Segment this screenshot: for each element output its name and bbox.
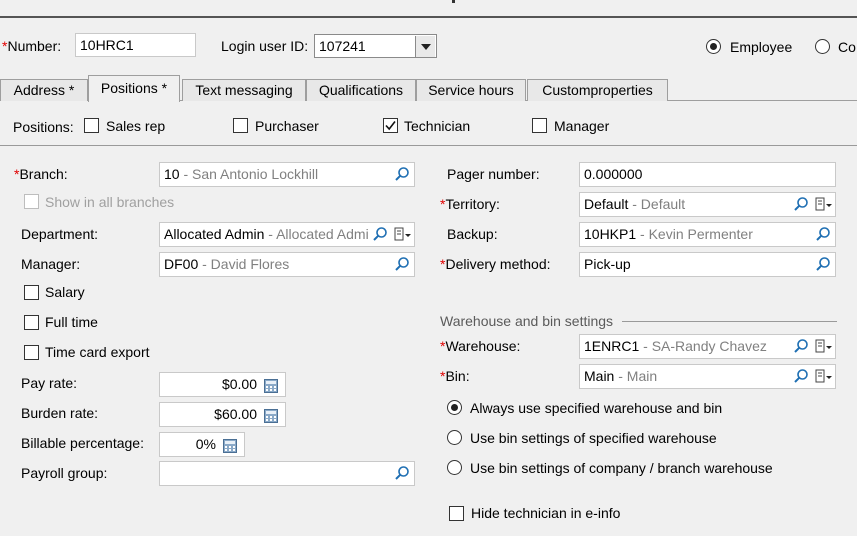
magnifier-icon[interactable] <box>813 255 833 274</box>
backup-label: Backup: <box>447 226 498 242</box>
hide-technician-label: Hide technician in e-info <box>471 505 621 521</box>
document-dropdown-icon[interactable] <box>813 195 833 214</box>
magnifier-icon[interactable] <box>791 337 811 356</box>
time-card-export-checkbox[interactable] <box>24 345 39 360</box>
pager-number-input[interactable]: 0.000000 <box>579 162 836 187</box>
tab-text-messaging[interactable]: Text messaging <box>182 79 306 101</box>
magnifier-icon[interactable] <box>813 225 833 244</box>
login-user-combo[interactable]: 107241 <box>314 34 437 58</box>
warehouse-section-line <box>622 321 837 322</box>
bin-field[interactable]: Main - Main <box>579 364 836 389</box>
technician-label: Technician <box>404 118 471 134</box>
territory-label: *Territory: <box>440 196 500 212</box>
purchaser-checkbox[interactable] <box>233 118 248 133</box>
magnifier-icon[interactable] <box>392 255 412 274</box>
billable-percentage-label: Billable percentage: <box>21 435 144 451</box>
tab-positions[interactable]: Positions * <box>88 75 180 102</box>
number-label: *Number: <box>2 38 62 54</box>
sales-rep-checkbox[interactable] <box>84 118 99 133</box>
tab-address[interactable]: Address * <box>0 79 88 101</box>
department-label: Department: <box>21 226 99 242</box>
warehouse-label: *Warehouse: <box>440 338 521 354</box>
contractor-label: Co <box>838 39 856 55</box>
full-time-checkbox[interactable] <box>24 315 39 330</box>
title-underline <box>0 16 857 18</box>
use-company-warehouse-radio[interactable] <box>447 460 462 475</box>
document-dropdown-icon[interactable] <box>813 337 833 356</box>
backup-field[interactable]: 10HKP1 - Kevin Permenter <box>579 222 836 247</box>
tab-customproperties[interactable]: Customproperties <box>527 79 668 101</box>
login-user-label: Login user ID: <box>221 38 309 54</box>
hide-technician-checkbox[interactable] <box>449 506 464 521</box>
payroll-group-field[interactable] <box>159 461 415 486</box>
warehouse-field[interactable]: 1ENRC1 - SA-Randy Chavez <box>579 334 836 359</box>
title-fragment <box>452 0 455 3</box>
payroll-group-label: Payroll group: <box>21 465 108 481</box>
always-use-specified-label: Always use specified warehouse and bin <box>470 400 723 416</box>
manager-position-label: Manager <box>554 118 610 134</box>
purchaser-label: Purchaser <box>255 118 319 134</box>
branch-label: *Branch: <box>14 166 68 182</box>
calculator-icon[interactable] <box>264 407 278 423</box>
department-field[interactable]: Allocated Admin - Allocated Admi <box>159 222 415 247</box>
branch-field[interactable]: 10 - San Antonio Lockhill <box>159 162 415 187</box>
territory-field[interactable]: Default - Default <box>579 192 836 217</box>
magnifier-icon[interactable] <box>370 225 390 244</box>
billable-percentage-input[interactable]: 0% <box>159 432 245 457</box>
tab-qualifications[interactable]: Qualifications <box>306 79 416 101</box>
bin-label: *Bin: <box>440 368 470 384</box>
document-dropdown-icon[interactable] <box>813 367 833 386</box>
checkmark-icon <box>385 121 396 131</box>
magnifier-icon[interactable] <box>791 195 811 214</box>
salary-label: Salary <box>45 284 85 300</box>
pager-number-label: Pager number: <box>447 166 540 182</box>
positions-label: Positions: <box>13 119 74 135</box>
tab-service-hours[interactable]: Service hours <box>416 79 526 101</box>
magnifier-icon[interactable] <box>392 464 412 483</box>
use-specified-warehouse-label: Use bin settings of specified warehouse <box>470 430 717 446</box>
calculator-icon[interactable] <box>264 377 278 393</box>
pay-rate-label: Pay rate: <box>21 375 78 391</box>
calculator-icon[interactable] <box>223 437 237 453</box>
use-company-warehouse-label: Use bin settings of company / branch war… <box>470 460 773 476</box>
chevron-down-icon[interactable] <box>415 36 435 57</box>
salary-checkbox[interactable] <box>24 285 39 300</box>
manager-label: Manager: <box>21 256 81 272</box>
burden-rate-input[interactable]: $60.00 <box>159 402 286 427</box>
manager-checkbox[interactable] <box>532 118 547 133</box>
document-dropdown-icon[interactable] <box>392 225 412 244</box>
show-all-branches-checkbox[interactable] <box>24 194 39 209</box>
burden-rate-label: Burden rate: <box>21 405 99 421</box>
sales-rep-label: Sales rep <box>106 118 166 134</box>
delivery-method-label: *Delivery method: <box>440 256 551 272</box>
employee-label: Employee <box>730 39 793 55</box>
use-specified-warehouse-radio[interactable] <box>447 430 462 445</box>
contractor-radio[interactable] <box>815 39 830 54</box>
full-time-label: Full time <box>45 314 98 330</box>
employee-radio[interactable] <box>706 39 721 54</box>
time-card-export-label: Time card export <box>45 344 150 360</box>
manager-field[interactable]: DF00 - David Flores <box>159 252 415 277</box>
magnifier-icon[interactable] <box>392 165 412 184</box>
magnifier-icon[interactable] <box>791 367 811 386</box>
always-use-specified-radio[interactable] <box>447 400 462 415</box>
warehouse-section-title: Warehouse and bin settings <box>440 313 614 329</box>
delivery-method-field[interactable]: Pick-up <box>579 252 836 277</box>
positions-separator <box>0 145 857 146</box>
show-all-branches-label: Show in all branches <box>45 194 175 210</box>
number-input[interactable]: 10HRC1 <box>75 33 196 57</box>
pay-rate-input[interactable]: $0.00 <box>159 372 286 397</box>
technician-checkbox[interactable] <box>383 118 398 133</box>
